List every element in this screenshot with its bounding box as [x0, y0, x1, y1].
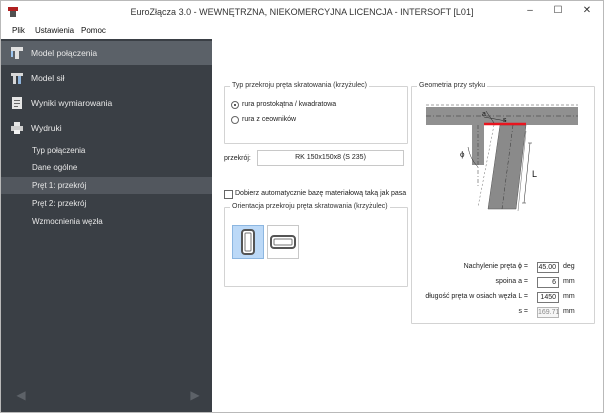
sidebar-subitem-reinforcements[interactable]: Wzmocnienia węzła	[1, 213, 212, 230]
s-unit: mm	[563, 308, 575, 315]
auto-match-checkbox[interactable]	[224, 190, 233, 199]
param-label-s: s =	[518, 308, 528, 315]
sidebar-item-connection-model[interactable]: Model połączenia	[1, 41, 212, 65]
weld-unit: mm	[563, 278, 575, 285]
section-type-group: Typ przekroju pręta skratowania (krzyżul…	[224, 82, 408, 144]
sidebar-subitem-label: Typ połączenia	[32, 146, 86, 155]
window-title: EuroZłącza 3.0 - WEWNĘTRZNA, NIEKOMERCYJ…	[130, 7, 474, 17]
angle-unit: deg	[563, 263, 575, 270]
maximize-button[interactable]: ☐	[545, 1, 571, 21]
menu-bar: Plik Ustawienia Pomoc	[1, 23, 603, 39]
drawing-label-s: s	[503, 117, 507, 124]
sidebar-subitem-label: Wzmocnienia węzła	[32, 217, 103, 226]
forces-model-icon	[11, 73, 23, 84]
length-unit: mm	[563, 293, 575, 300]
main-content: Typ przekroju pręta skratowania (krzyżul…	[212, 39, 603, 412]
app-window: EuroZłącza 3.0 - WEWNĘTRZNA, NIEKOMERCYJ…	[0, 0, 604, 413]
sidebar-item-label: Model sił	[31, 73, 65, 83]
orientation-group: Orientacja przekroju pręta skratowania (…	[224, 203, 408, 287]
sidebar-subitem-general-data[interactable]: Dane ogólne	[1, 159, 212, 176]
menu-ustawienia[interactable]: Ustawienia	[35, 26, 74, 35]
sidebar-item-forces-model[interactable]: Model sił	[1, 66, 212, 90]
sidebar: Model połączenia Model sił Wyniki wymiar…	[1, 39, 212, 412]
results-icon	[12, 97, 22, 109]
param-label-angle: Nachylenie pręta ϕ =	[463, 263, 528, 270]
sidebar-subitem-connection-type[interactable]: Typ połączenia	[1, 142, 212, 159]
section-type-title: Typ przekroju pręta skratowania (krzyżul…	[230, 82, 369, 89]
radio-rectangular-tube-label: rura prostokątna / kwadratowa	[242, 101, 337, 108]
prev-arrow-icon[interactable]: ◀	[13, 388, 29, 404]
orientation-horizontal-option[interactable]	[267, 225, 299, 259]
sidebar-item-label: Wyniki wymiarowania	[31, 98, 113, 108]
sidebar-item-label: Wydruki	[31, 123, 62, 133]
title-bar: EuroZłącza 3.0 - WEWNĘTRZNA, NIEKOMERCYJ…	[1, 1, 603, 23]
tube-horizontal-icon	[270, 235, 296, 249]
drawing-label-a: a	[482, 111, 486, 118]
sidebar-subitem-label: Dane ogólne	[32, 163, 78, 172]
sidebar-subitem-label: Pręt 1: przekrój	[32, 181, 87, 190]
sidebar-item-label: Model połączenia	[31, 48, 98, 58]
minimize-button[interactable]: –	[517, 1, 543, 21]
s-readonly-field: 169.71	[537, 307, 560, 318]
menu-pomoc[interactable]: Pomoc	[81, 26, 106, 35]
tube-vertical-icon	[241, 229, 255, 255]
sidebar-subitem-member2-section[interactable]: Pręt 2: przekrój	[1, 195, 212, 212]
orientation-title: Orientacja przekroju pręta skratowania (…	[230, 203, 390, 210]
length-input[interactable]: 1450	[537, 292, 559, 303]
drawing-label-phi: ϕ	[460, 150, 465, 159]
orientation-vertical-option[interactable]	[232, 225, 264, 259]
auto-match-label: Dobierz automatycznie bazę materiałową t…	[235, 190, 407, 197]
param-label-length: długość pręta w osiach węzła L =	[425, 293, 528, 300]
sidebar-subitem-member1-section[interactable]: Pręt 1: przekrój	[1, 177, 212, 194]
sidebar-item-results[interactable]: Wyniki wymiarowania	[1, 91, 212, 115]
radio-rectangular-tube[interactable]	[231, 101, 239, 109]
section-field[interactable]: RK 150x150x8 (S 235)	[257, 150, 404, 166]
joint-geometry-drawing: a s ϕ L	[426, 104, 578, 212]
sidebar-item-printouts[interactable]: Wydruki	[1, 116, 212, 140]
radio-channel-tube-label: rura z ceowników	[242, 116, 297, 123]
next-arrow-icon[interactable]: ▶	[187, 388, 203, 404]
geometry-title: Geometria przy styku	[417, 82, 488, 89]
drawing-label-L: L	[532, 169, 537, 179]
geometry-group: Geometria przy styku a s ϕ L Nachylenie …	[411, 82, 595, 324]
param-label-weld: spoina a =	[495, 278, 529, 285]
close-button[interactable]: ✕	[574, 1, 600, 21]
connection-model-icon	[11, 47, 23, 59]
printer-icon	[11, 122, 23, 134]
sidebar-subitem-label: Pręt 2: przekrój	[32, 199, 87, 208]
weld-input[interactable]: 6	[537, 277, 559, 288]
menu-plik[interactable]: Plik	[12, 26, 25, 35]
angle-input[interactable]: 45.00	[537, 262, 559, 273]
section-label: przekrój:	[224, 155, 251, 162]
radio-channel-tube[interactable]	[231, 116, 239, 124]
